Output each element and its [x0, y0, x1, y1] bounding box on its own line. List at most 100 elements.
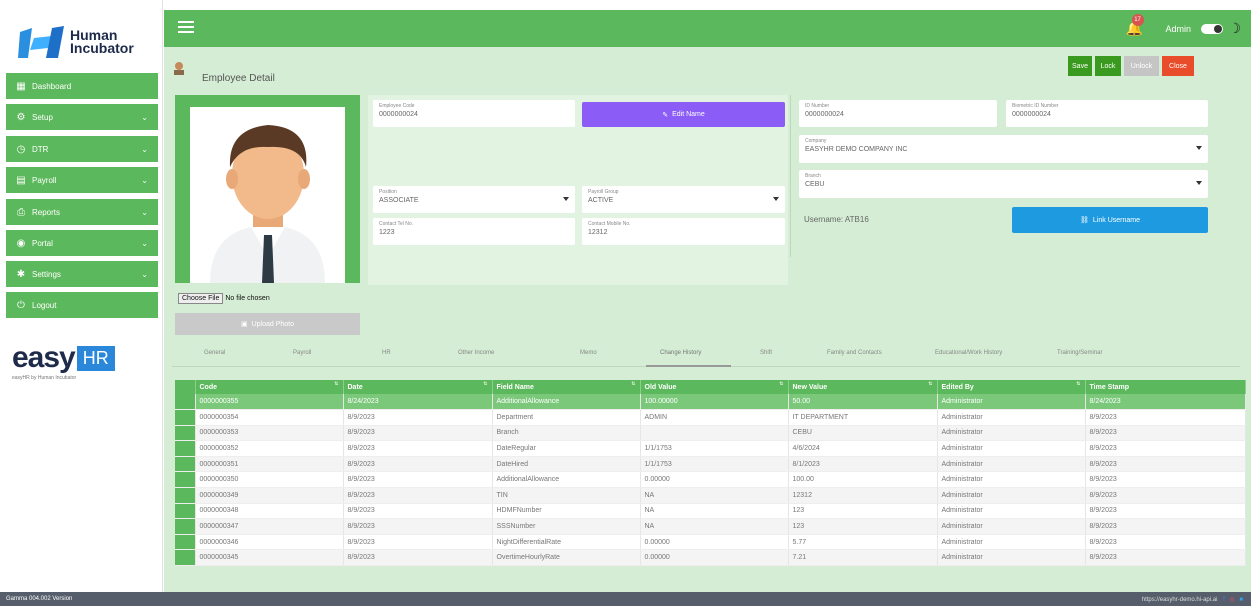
- biometric-id-field[interactable]: Biometric ID Number 0000000024: [1006, 100, 1208, 127]
- column-header-code[interactable]: Code ⇅: [195, 380, 344, 394]
- sidebar-item-setup[interactable]: ⚙ Setup ⌄: [6, 104, 158, 130]
- table-cell: 0000000348: [195, 503, 344, 520]
- edit-name-button[interactable]: ✎ Edit Name: [582, 102, 785, 127]
- table-cell: Administrator: [937, 440, 1086, 457]
- row-gutter[interactable]: [175, 503, 196, 520]
- row-gutter[interactable]: [175, 409, 196, 426]
- position-select[interactable]: Position ASSOCIATE: [373, 186, 575, 213]
- table-row[interactable]: 0000000351 8/9/2023 DateHired 1/1/1753 8/1/2…: [175, 456, 1246, 473]
- sort-icon[interactable]: ⇅: [483, 381, 487, 387]
- table-row[interactable]: 0000000345 8/9/2023 OvertimeHourlyRate 0.00…: [175, 549, 1246, 567]
- tab-other-income[interactable]: Other Income: [458, 350, 494, 356]
- column-header-old-value[interactable]: Old Value ⇅: [640, 380, 789, 394]
- tab-family-and-contacts[interactable]: Family and Contacts: [827, 350, 882, 356]
- table-row[interactable]: 0000000346 8/9/2023 NightDifferentialRate 0…: [175, 534, 1246, 551]
- payroll-group-select[interactable]: Payroll Group ACTIVE: [582, 186, 785, 213]
- tab-training-seminar[interactable]: Training/Seminar: [1057, 350, 1102, 356]
- table-row[interactable]: 0000000352 8/9/2023 DateRegular 1/1/1753 4/6…: [175, 440, 1246, 457]
- row-gutter[interactable]: [175, 394, 196, 411]
- power-icon: ⏻: [17, 299, 25, 311]
- row-gutter[interactable]: [175, 425, 196, 442]
- contact-mobile-field[interactable]: Contact Mobile No. 12312: [582, 218, 785, 245]
- column-header-date[interactable]: Date ⇅: [343, 380, 493, 394]
- tab-general[interactable]: General: [204, 350, 225, 356]
- tab-change-history[interactable]: Change History: [660, 350, 701, 356]
- sidebar-item-dashboard[interactable]: ▦ Dashboard: [6, 73, 158, 99]
- human-incubator-logo[interactable]: Human Incubator: [18, 23, 148, 63]
- sort-icon[interactable]: ⇅: [779, 381, 783, 387]
- column-header-field-name[interactable]: Field Name ⇅: [492, 380, 641, 394]
- link-username-button[interactable]: ⛓ Link Username: [1012, 207, 1208, 233]
- company-select[interactable]: Company EASYHR DEMO COMPANY INC: [799, 135, 1208, 163]
- contact-tel-field[interactable]: Contact Tel No. 1223: [373, 218, 575, 245]
- sidebar-item-label: Portal: [32, 238, 53, 248]
- lock-button[interactable]: Lock: [1095, 56, 1121, 76]
- row-gutter[interactable]: [175, 440, 196, 457]
- sort-icon[interactable]: ⇅: [334, 381, 338, 387]
- sort-icon[interactable]: ⇅: [928, 381, 932, 387]
- sidebar-item-portal[interactable]: ◉ Portal ⌄: [6, 230, 158, 256]
- sidebar-item-settings[interactable]: ✱ Settings ⌄: [6, 261, 158, 287]
- table-cell: AdditionalAllowance: [492, 394, 641, 411]
- branch-select[interactable]: Branch CEBU: [799, 170, 1208, 198]
- sidebar-item-payroll[interactable]: ▤ Payroll ⌄: [6, 167, 158, 193]
- row-gutter[interactable]: [175, 549, 196, 567]
- table-cell: 0000000345: [195, 549, 344, 567]
- footer-link[interactable]: https://easyhr-demo.hi-api.ai f ◎ ■: [1142, 596, 1243, 603]
- facebook-icon[interactable]: f: [1223, 597, 1225, 603]
- instagram-icon[interactable]: ◎: [1229, 597, 1234, 603]
- sort-icon[interactable]: ⇅: [631, 381, 635, 387]
- row-gutter[interactable]: [175, 471, 196, 489]
- table-row[interactable]: 0000000353 8/9/2023 Branch CEBU Administrato…: [175, 425, 1246, 442]
- save-button[interactable]: Save: [1068, 56, 1092, 76]
- table-row[interactable]: 0000000348 8/9/2023 HDMFNumber NA 123 Adminis…: [175, 503, 1246, 520]
- table-cell: 1/1/1753: [640, 456, 789, 473]
- tab-shift[interactable]: Shift: [760, 350, 772, 356]
- caret-down-icon: [773, 197, 779, 201]
- row-gutter[interactable]: [175, 518, 196, 535]
- row-gutter[interactable]: [175, 456, 196, 473]
- tab-payroll[interactable]: Payroll: [293, 350, 311, 356]
- employee-code-field[interactable]: Employee Code 0000000024: [373, 100, 575, 127]
- employee-icon: [174, 62, 184, 75]
- table-row[interactable]: 0000000354 8/9/2023 Department ADMIN IT DEPA…: [175, 409, 1246, 426]
- table-cell: 8/9/2023: [343, 503, 493, 520]
- file-chooser[interactable]: Choose File No file chosen: [178, 293, 270, 304]
- table-cell: SSSNumber: [492, 518, 641, 535]
- chevron-down-icon: ⌄: [141, 175, 148, 185]
- sidebar-item-dtr[interactable]: ◷ DTR ⌄: [6, 136, 158, 162]
- employee-fields: Employee Code 0000000024 ✎ Edit Name Pos…: [368, 95, 788, 285]
- unlock-button[interactable]: Unlock: [1124, 56, 1159, 76]
- linkedin-icon[interactable]: ■: [1239, 597, 1243, 603]
- sidebar-item-logout[interactable]: ⏻ Logout: [6, 292, 158, 318]
- column-header-edited-by[interactable]: Edited By ⇅: [937, 380, 1086, 394]
- sidebar-item-label: Dashboard: [32, 81, 72, 91]
- user-name[interactable]: Admin: [1165, 24, 1191, 34]
- close-button[interactable]: Close: [1162, 56, 1194, 76]
- table-cell: HDMFNumber: [492, 503, 641, 520]
- sidebar-item-reports[interactable]: ⎙ Reports ⌄: [6, 199, 158, 225]
- table-row[interactable]: 0000000355 8/24/2023 AdditionalAllowance 10…: [175, 394, 1246, 411]
- theme-toggle[interactable]: [1201, 24, 1223, 34]
- sort-icon[interactable]: ⇅: [1076, 381, 1080, 387]
- upload-photo-button[interactable]: ▣ Upload Photo: [175, 313, 360, 335]
- table-cell: AdditionalAllowance: [492, 471, 641, 489]
- tab-hr[interactable]: HR: [382, 350, 391, 356]
- settings-icon: ✱: [16, 268, 26, 280]
- table-row[interactable]: 0000000350 8/9/2023 AdditionalAllowance 0.0…: [175, 471, 1246, 489]
- table-cell: 8/9/2023: [1085, 518, 1246, 535]
- tab-educational-work-history[interactable]: Educational/Work History: [935, 350, 1002, 356]
- table-row[interactable]: 0000000347 8/9/2023 SSSNumber NA 123 Administ…: [175, 518, 1246, 535]
- choose-file-button[interactable]: Choose File: [178, 293, 224, 304]
- menu-icon[interactable]: [178, 21, 194, 33]
- tab-memo[interactable]: Memo: [580, 350, 597, 356]
- caret-down-icon: [1196, 181, 1202, 185]
- bell-icon[interactable]: 🔔 17: [1126, 14, 1144, 37]
- table-row[interactable]: 0000000349 8/9/2023 TIN NA 12312 Administrato…: [175, 487, 1246, 504]
- id-number-field[interactable]: ID Number 0000000024: [799, 100, 997, 127]
- row-gutter[interactable]: [175, 487, 196, 504]
- report-icon: ⎙: [17, 206, 25, 218]
- column-header-time-stamp[interactable]: Time Stamp: [1085, 380, 1246, 394]
- column-header-new-value[interactable]: New Value ⇅: [788, 380, 938, 394]
- row-gutter[interactable]: [175, 534, 196, 551]
